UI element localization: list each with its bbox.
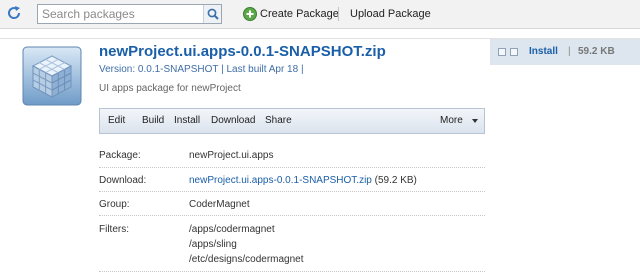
detail-row-filters: Filters: /apps/codermagnet /apps/sling /… xyxy=(99,216,485,272)
package-action-bar: Edit Build Install Download Share More xyxy=(99,108,485,134)
filter-path: /apps/codermagnet xyxy=(189,224,275,235)
separator: | xyxy=(568,46,571,57)
package-version-info: Version: 0.0.1-SNAPSHOT | Last built Apr… xyxy=(99,64,304,75)
create-package-button[interactable]: Create Package xyxy=(243,5,339,23)
detail-label: Filters: xyxy=(99,224,129,235)
download-link[interactable]: newProject.ui.apps-0.0.1-SNAPSHOT.zip xyxy=(189,175,372,186)
detail-value: newProject.ui.apps-0.0.1-SNAPSHOT.zip (5… xyxy=(189,175,417,186)
download-size: (59.2 KB) xyxy=(374,175,417,186)
search-button[interactable] xyxy=(203,5,221,23)
filter-path: /apps/sling xyxy=(189,239,237,250)
package-cube-icon xyxy=(22,46,82,106)
detail-row-package: Package: newProject.ui.apps xyxy=(99,142,485,168)
top-toolbar: Create Package Upload Package xyxy=(0,0,640,29)
more-menu-button[interactable]: More xyxy=(440,115,463,126)
chevron-down-icon xyxy=(472,119,478,123)
refresh-icon[interactable] xyxy=(6,5,22,21)
search-icon xyxy=(207,8,219,20)
plus-circle-icon xyxy=(243,7,257,21)
install-link[interactable]: Install xyxy=(529,46,558,57)
edit-button[interactable]: Edit xyxy=(108,115,125,126)
upload-package-label: Upload Package xyxy=(350,8,431,20)
create-package-label: Create Package xyxy=(260,8,339,20)
download-button[interactable]: Download xyxy=(211,115,255,126)
install-button[interactable]: Install xyxy=(174,115,200,126)
detail-value: newProject.ui.apps xyxy=(189,150,274,161)
share-button[interactable]: Share xyxy=(265,115,292,126)
package-entry: newProject.ui.apps-0.0.1-SNAPSHOT.zip Ve… xyxy=(0,38,640,275)
detail-label: Package: xyxy=(99,150,141,161)
search-box xyxy=(37,4,222,24)
detail-value: CoderMagnet xyxy=(189,199,250,210)
detail-row-download: Download: newProject.ui.apps-0.0.1-SNAPS… xyxy=(99,168,485,192)
filter-path: /etc/designs/codermagnet xyxy=(189,254,304,265)
search-input[interactable] xyxy=(38,5,202,23)
package-title[interactable]: newProject.ui.apps-0.0.1-SNAPSHOT.zip xyxy=(99,43,386,60)
package-size: 59.2 KB xyxy=(578,46,615,57)
document-icon xyxy=(510,48,518,56)
detail-label: Group: xyxy=(99,199,130,210)
detail-row-group: Group: CoderMagnet xyxy=(99,192,485,216)
document-icon xyxy=(498,48,506,56)
upload-package-button[interactable]: Upload Package xyxy=(350,5,431,23)
package-description: UI apps package for newProject xyxy=(99,83,241,94)
toolbar-divider xyxy=(338,7,339,21)
install-panel: Install | 59.2 KB xyxy=(490,39,640,65)
build-button[interactable]: Build xyxy=(142,115,164,126)
detail-label: Download: xyxy=(99,175,147,186)
